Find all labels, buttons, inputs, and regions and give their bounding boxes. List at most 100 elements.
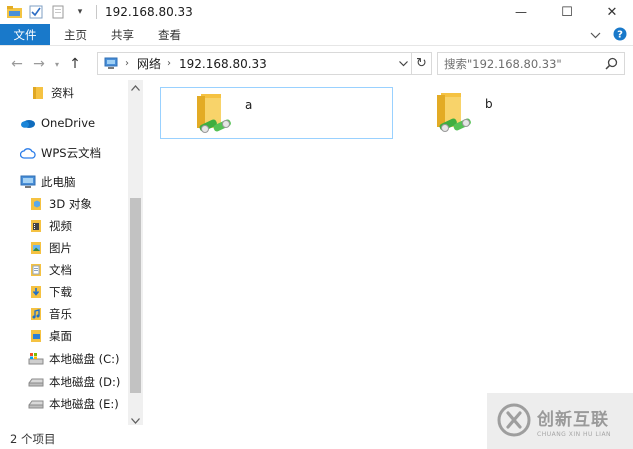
- this-pc-icon: [20, 174, 36, 190]
- nav-item-drive-d[interactable]: 本地磁盘 (D:): [28, 371, 120, 393]
- quick-access-toolbar: ▾ 192.168.80.33: [0, 0, 193, 24]
- maximize-button[interactable]: ☐: [544, 0, 590, 24]
- minimize-icon: —: [515, 5, 527, 19]
- wps-cloud-icon: [20, 145, 36, 161]
- breadcrumb-current[interactable]: 192.168.80.33: [179, 57, 267, 71]
- back-button[interactable]: ←: [6, 52, 28, 76]
- nav-item-label: 本地磁盘 (E:): [49, 397, 119, 411]
- drive-icon: [28, 374, 44, 390]
- nav-item-label: 此电脑: [41, 175, 76, 189]
- 3d-objects-icon: [28, 196, 44, 212]
- nav-item-videos[interactable]: 视频: [28, 215, 72, 237]
- scrollbar-thumb[interactable]: [130, 198, 141, 393]
- nav-item-documents[interactable]: 文档: [28, 259, 72, 281]
- breadcrumb-network[interactable]: 网络: [137, 55, 161, 72]
- ribbon-right-controls: ?: [590, 24, 627, 46]
- forward-arrow-icon: →: [33, 56, 45, 72]
- folder-icon: [30, 85, 46, 101]
- title-separator: [96, 5, 97, 19]
- shared-folder-icon: [435, 91, 473, 138]
- nav-item-onedrive[interactable]: OneDrive: [20, 112, 95, 134]
- music-icon: [28, 306, 44, 322]
- nav-item-pictures[interactable]: 图片: [28, 237, 72, 259]
- refresh-icon: ↻: [416, 56, 427, 71]
- navigation-pane: 资料 OneDrive WPS云文档 此电脑 3D 对象 视频 图片 文档 下载…: [0, 80, 143, 425]
- nav-item-desktop[interactable]: 桌面: [28, 325, 72, 347]
- nav-item-label: 本地磁盘 (C:): [49, 352, 120, 366]
- nav-item-drive-c[interactable]: 本地磁盘 (C:): [28, 348, 120, 370]
- svg-text:?: ?: [617, 29, 623, 40]
- drive-icon: [28, 396, 44, 412]
- tab-home[interactable]: 主页: [50, 24, 99, 45]
- new-folder-icon[interactable]: [50, 4, 66, 20]
- up-button[interactable]: ↑: [64, 52, 86, 76]
- nav-item-label: OneDrive: [41, 116, 96, 130]
- watermark-brand-pinyin: CHUANG XIN HU LIAN: [537, 430, 612, 438]
- pictures-icon: [28, 240, 44, 256]
- back-arrow-icon: ←: [11, 56, 23, 72]
- watermark: 创新互联 CHUANG XIN HU LIAN: [487, 393, 633, 449]
- tab-view[interactable]: 查看: [146, 24, 193, 45]
- nav-item-this-pc[interactable]: 此电脑: [20, 171, 76, 193]
- shared-folder-icon: [195, 92, 233, 139]
- nav-item-label: 本地磁盘 (D:): [49, 375, 121, 389]
- explorer-app-icon[interactable]: [6, 4, 22, 20]
- nav-item-3d-objects[interactable]: 3D 对象: [28, 193, 92, 215]
- search-input[interactable]: [444, 56, 599, 71]
- breadcrumb-chevron-icon[interactable]: ›: [125, 58, 129, 69]
- videos-icon: [28, 218, 44, 234]
- up-arrow-icon: ↑: [69, 56, 81, 72]
- tab-file[interactable]: 文件: [0, 24, 50, 45]
- chevron-down-icon: ▾: [54, 59, 59, 69]
- maximize-icon: ☐: [561, 4, 573, 20]
- window-title: 192.168.80.33: [105, 5, 193, 19]
- customize-toolbar-chevron-icon[interactable]: ▾: [72, 4, 88, 20]
- onedrive-cloud-icon: [20, 115, 36, 131]
- search-icon[interactable]: [605, 57, 618, 73]
- downloads-icon: [28, 284, 44, 300]
- expand-ribbon-chevron-icon[interactable]: [590, 28, 601, 42]
- tab-share[interactable]: 共享: [99, 24, 146, 45]
- ribbon-tabs: 文件 主页 共享 查看 ?: [0, 24, 633, 46]
- nav-item-label: 图片: [49, 241, 72, 255]
- address-row: ← → ▾ ↑ › 网络 › 192.168.80.33 ↻: [0, 50, 633, 78]
- chuangxin-logo-icon: [497, 403, 531, 440]
- close-button[interactable]: ✕: [589, 0, 633, 24]
- address-dropdown-icon[interactable]: [395, 53, 411, 74]
- nav-item-drive-e[interactable]: 本地磁盘 (E:): [28, 393, 119, 415]
- forward-button[interactable]: →: [28, 52, 50, 76]
- nav-item-downloads[interactable]: 下载: [28, 281, 72, 303]
- address-bar[interactable]: › 网络 › 192.168.80.33: [97, 52, 412, 75]
- item-name: b: [485, 97, 493, 111]
- help-icon[interactable]: ?: [613, 27, 627, 44]
- scroll-down-arrow-icon[interactable]: [128, 413, 143, 429]
- file-list: a b: [144, 80, 633, 425]
- nav-item-label: 视频: [49, 219, 72, 233]
- watermark-text: 创新互联 CHUANG XIN HU LIAN: [537, 405, 611, 438]
- documents-icon: [28, 262, 44, 278]
- breadcrumb-chevron-icon[interactable]: ›: [167, 58, 171, 69]
- nav-item-music[interactable]: 音乐: [28, 303, 72, 325]
- nav-item-label: WPS云文档: [41, 146, 102, 160]
- nav-item-wps-cloud[interactable]: WPS云文档: [20, 142, 101, 164]
- network-location-icon: [103, 57, 119, 71]
- desktop-icon: [28, 328, 44, 344]
- properties-check-icon[interactable]: [28, 4, 44, 20]
- search-field[interactable]: [437, 52, 625, 75]
- minimize-button[interactable]: —: [498, 0, 544, 24]
- recent-locations-button[interactable]: ▾: [50, 52, 64, 76]
- nav-item-ziliao[interactable]: 资料: [30, 82, 74, 104]
- nav-item-label: 文档: [49, 263, 72, 277]
- nav-item-label: 资料: [51, 86, 74, 100]
- item-count: 2 个项目: [10, 431, 56, 446]
- close-icon: ✕: [606, 4, 618, 20]
- shared-folder-item[interactable]: b: [401, 87, 633, 139]
- scroll-up-arrow-icon[interactable]: [128, 80, 143, 96]
- navigation-scrollbar[interactable]: [128, 80, 143, 425]
- refresh-button[interactable]: ↻: [412, 52, 432, 75]
- shared-folder-item[interactable]: a: [160, 87, 393, 139]
- title-bar: ▾ 192.168.80.33 — ☐ ✕: [0, 0, 633, 24]
- nav-item-label: 下载: [49, 285, 72, 299]
- nav-item-label: 桌面: [49, 329, 72, 343]
- nav-item-label: 音乐: [49, 307, 72, 321]
